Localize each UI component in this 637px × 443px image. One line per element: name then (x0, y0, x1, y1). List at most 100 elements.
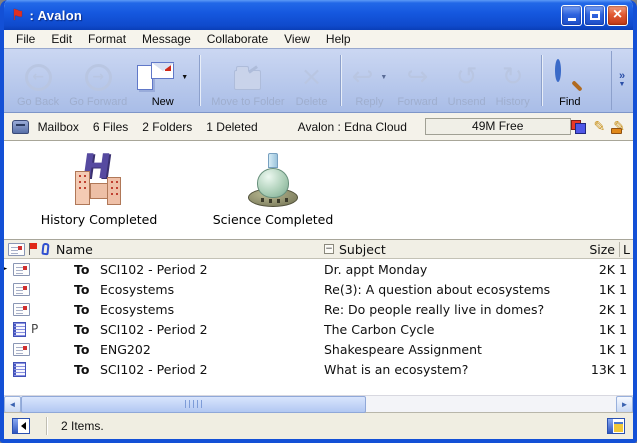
menu-view[interactable]: View (276, 30, 318, 48)
building-right-tower (107, 177, 121, 205)
row-icons-cell (8, 343, 56, 356)
desktop-icon-science-completed[interactable]: Science Completed (208, 151, 338, 227)
scrollbar-thumb[interactable] (21, 396, 366, 413)
flask-body (257, 168, 289, 198)
items-count: 2 Items. (61, 419, 104, 433)
message-column-icon[interactable] (8, 243, 25, 256)
recipient-name: SCI102 - Period 2 (100, 362, 208, 377)
overflow-chevron-icon: » (619, 72, 625, 81)
collapse-left-panel-icon[interactable] (12, 418, 30, 434)
subject-cell: Dr. appt Monday (322, 262, 573, 277)
find-lens-icon (555, 59, 561, 82)
subject-column-header[interactable]: Subject (339, 242, 386, 257)
new-dropdown-icon[interactable]: ▼ (181, 74, 188, 81)
flag-column-icon[interactable] (29, 243, 38, 255)
name-cell: ToEcosystems (56, 302, 322, 317)
recipient-name: SCI102 - Period 2 (100, 322, 208, 337)
message-row[interactable]: ToEcosystemsRe: Do people really live in… (4, 299, 633, 319)
menu-file[interactable]: File (8, 30, 43, 48)
name-cell: ToEcosystems (56, 282, 322, 297)
menu-collaborate[interactable]: Collaborate (199, 30, 276, 48)
toolbar-separator (199, 55, 200, 106)
account-name: Avalon : Edna Cloud (298, 120, 407, 134)
subject-cell: Shakespeare Assignment (322, 342, 573, 357)
unsend-icon-area: ↺ (456, 59, 478, 95)
document-icon (13, 362, 26, 377)
date-fragment-cell: 1 (619, 362, 633, 377)
attachment-column-icon[interactable] (41, 243, 49, 256)
scroll-left-button[interactable]: ◄ (4, 396, 21, 413)
message-row[interactable]: ToSCI102 - Period 2 What is an ecosystem?… (4, 359, 633, 379)
minimize-button[interactable] (561, 5, 582, 26)
collapse-subject-icon[interactable]: − (324, 244, 334, 254)
deleted-count: 1 Deleted (206, 120, 257, 134)
message-row[interactable]: ►ToSCI102 - Period 2Dr. appt Monday2K1 (4, 259, 633, 279)
message-row[interactable]: ToEcosystemsRe(3): A question about ecos… (4, 279, 633, 299)
history-label: History (496, 96, 530, 108)
edit-pencil-icon[interactable]: ✎ (594, 120, 606, 134)
message-row[interactable]: ToENG202Shakespeare Assignment1K1 (4, 339, 633, 359)
maximize-icon (590, 11, 600, 20)
delete-icon: × (301, 62, 323, 92)
desktop-icon-history-completed[interactable]: HHistory Completed (34, 151, 164, 227)
menu-format[interactable]: Format (80, 30, 134, 48)
history-button: ↻History (491, 51, 535, 110)
delete-label: Delete (296, 96, 328, 108)
toolbar-separator (541, 55, 542, 106)
name-column-header[interactable]: Name (56, 242, 322, 257)
statusbar-divider (46, 417, 47, 435)
close-button[interactable]: × (607, 5, 628, 26)
menu-help[interactable]: Help (318, 30, 359, 48)
subject-cell: What is an ecosystem? (322, 362, 573, 377)
reply-dropdown-icon[interactable]: ▼ (380, 74, 387, 81)
scroll-right-button[interactable]: ► (616, 396, 633, 413)
find-button[interactable]: Find (548, 51, 592, 110)
to-label: To (74, 262, 100, 277)
reply-icon-area: ↩▼ (352, 59, 388, 95)
titlebar[interactable]: ⚑ : Avalon × (4, 0, 633, 30)
size-cell: 1K (573, 322, 619, 337)
row-icons-cell: P (8, 322, 56, 337)
to-label: To (74, 322, 100, 337)
delete-icon-area: × (301, 59, 323, 95)
date-fragment-cell: 1 (619, 342, 633, 357)
new-envelope-icon (151, 62, 174, 79)
size-cell: 2K (573, 262, 619, 277)
unsend-icon: ↺ (456, 62, 478, 92)
flag-indicator: P (31, 322, 38, 336)
panel-layout-icon[interactable] (607, 418, 625, 434)
move-to-folder-icon (234, 70, 261, 90)
menu-message[interactable]: Message (134, 30, 199, 48)
go-back-button: ←Go Back (12, 51, 64, 110)
toolbar-overflow-button[interactable]: »▼ (611, 51, 629, 110)
signature-pencil-icon[interactable]: ✎ (613, 120, 625, 134)
permissions-icon[interactable] (571, 120, 586, 134)
free-space-indicator: 49M Free (425, 118, 571, 135)
maximize-button[interactable] (584, 5, 605, 26)
go-back-icon-glyph: ← (32, 70, 44, 84)
message-list: ►ToSCI102 - Period 2Dr. appt Monday2K1To… (4, 259, 633, 395)
size-column-header[interactable]: Size (573, 242, 619, 257)
move-to-folder-button: Move to Folder (206, 51, 289, 110)
subject-cell: Re(3): A question about ecosystems (322, 282, 573, 297)
forward-label: Forward (397, 96, 437, 108)
recipient-name: SCI102 - Period 2 (100, 262, 208, 277)
avalon-window: ⚑ : Avalon × FileEditFormatMessageCollab… (0, 0, 637, 443)
scrollbar-track[interactable] (21, 396, 616, 413)
go-forward-button: →Go Forward (64, 51, 132, 110)
menu-edit[interactable]: Edit (43, 30, 80, 48)
last-modified-column-header[interactable]: L (619, 242, 633, 257)
row-icons-cell (8, 283, 56, 296)
date-fragment-cell: 1 (619, 302, 633, 317)
to-label: To (74, 362, 100, 377)
selection-arrow-icon: ► (4, 264, 7, 274)
message-icon (13, 343, 30, 356)
window-title: : Avalon (29, 8, 561, 23)
flask-neck (268, 153, 278, 168)
new-button[interactable]: ▼New (132, 51, 193, 110)
message-row[interactable]: PToSCI102 - Period 2The Carbon Cycle1K1 (4, 319, 633, 339)
horizontal-scrollbar[interactable]: ◄ ► (4, 395, 633, 412)
folders-count: 2 Folders (142, 120, 192, 134)
go-forward-icon-glyph: → (92, 70, 104, 84)
find-handle-icon (571, 80, 582, 91)
